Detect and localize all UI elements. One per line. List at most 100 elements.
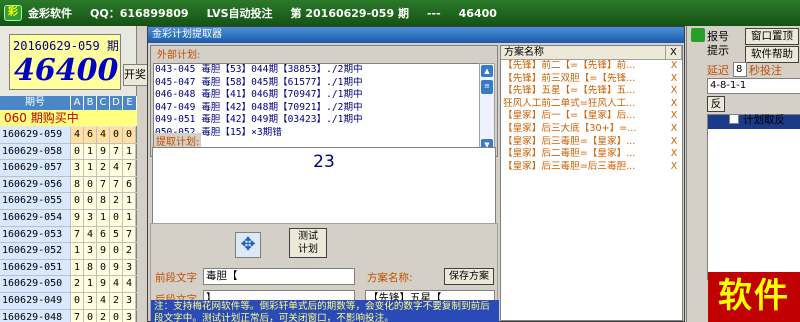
scroll-up-icon[interactable]: ▲ xyxy=(481,65,493,77)
external-plan-line: 045-047 毒胆【58】045期【61577】./1期中 xyxy=(155,76,363,88)
extract-plan-output[interactable]: 23 xyxy=(152,147,496,225)
scheme-delete-icon[interactable]: X xyxy=(666,60,682,73)
scheme-name: 【先锋】前三双胆【=【先锋... xyxy=(503,72,636,84)
history-row[interactable]: 160629-059 4 6 4 0 0 xyxy=(0,127,137,144)
scheme-delete-icon[interactable]: X xyxy=(666,110,682,123)
history-row[interactable]: 160629-053 7 4 6 5 7 xyxy=(0,226,137,244)
main-title-bar: 彩 金彩软件 QQ：616899809 LVS自动投注 第 20160629-0… xyxy=(0,0,800,26)
history-row[interactable]: 160629-050 2 1 9 4 4 xyxy=(0,276,137,293)
delay-input[interactable]: 8 xyxy=(733,62,747,77)
history-row-digit: 7 xyxy=(123,160,136,176)
history-row-digit: 3 xyxy=(84,209,97,226)
scheme-name: 【先锋】前二【=【先锋】前... xyxy=(503,60,636,71)
history-row-digit: 1 xyxy=(71,259,84,276)
history-row[interactable]: 160629-048 7 0 2 0 3 xyxy=(0,309,137,322)
history-row-digit: 1 xyxy=(84,143,97,160)
scheme-row[interactable]: 【皇家】后三毒胆=后三毒胆... X xyxy=(501,161,682,174)
open-draw-button[interactable]: 开奖 xyxy=(123,64,149,86)
history-row-digit: 1 xyxy=(123,143,136,160)
scheme-row[interactable]: 【先锋】前二【=【先锋】前... X xyxy=(501,60,682,73)
history-row-digit: 0 xyxy=(110,209,123,226)
current-number: 46400 xyxy=(14,53,119,88)
qq-number: QQ：616899809 xyxy=(90,7,189,20)
history-row[interactable]: 160629-054 9 3 1 0 1 xyxy=(0,209,137,227)
prefix-input[interactable]: 毒胆【 xyxy=(203,268,355,285)
test-plan-button[interactable]: 测试 计划 xyxy=(289,228,327,258)
history-row-digit: 2 xyxy=(97,309,110,322)
scheme-row[interactable]: 【先锋】前三双胆【=【先锋... X xyxy=(501,73,682,86)
scheme-delete-header: X xyxy=(666,46,682,59)
history-row-digit: 4 xyxy=(110,276,123,292)
number-input[interactable]: 4-8-1-1 xyxy=(707,78,800,94)
history-row[interactable]: 160629-051 1 8 0 9 3 xyxy=(0,259,137,277)
history-row-digit: 6 xyxy=(97,226,110,243)
title-separator: --- xyxy=(426,6,441,20)
history-row-period: 160629-050 xyxy=(0,276,71,292)
history-row-period: 160629-054 xyxy=(0,209,71,226)
history-row-digit: 2 xyxy=(110,292,123,309)
history-row-period: 160629-057 xyxy=(0,160,71,176)
history-row-period: 160629-059 xyxy=(0,127,71,143)
scheme-delete-icon[interactable]: X xyxy=(666,123,682,136)
software-help-button[interactable]: 软件帮助 xyxy=(745,46,799,63)
extract-plan-group: 提取计划: 23 xyxy=(150,133,498,229)
scheme-name: 狂风人工前二单式=狂风人工... xyxy=(503,97,636,109)
history-row-digit: 7 xyxy=(97,176,110,193)
current-period-label: 20160629-059 期 xyxy=(13,39,119,53)
history-row[interactable]: 160629-058 0 1 9 7 1 xyxy=(0,143,137,161)
history-row[interactable]: 160629-056 8 0 7 7 6 xyxy=(0,176,137,194)
scheme-row[interactable]: 【皇家】后二毒胆=【皇家】... X xyxy=(501,148,682,161)
history-row[interactable]: 160629-052 1 3 9 0 2 xyxy=(0,243,137,260)
history-row-digit: 6 xyxy=(123,176,136,193)
app-icon xyxy=(691,28,705,42)
history-row-period: 160629-051 xyxy=(0,259,71,276)
history-row-digit: 1 xyxy=(123,209,136,226)
history-row-digit: 9 xyxy=(97,243,110,259)
title-period: 第 20160629-059 期 xyxy=(290,7,409,20)
scheme-delete-icon[interactable]: X xyxy=(666,161,682,174)
scheme-delete-icon[interactable]: X xyxy=(666,98,682,111)
scheme-delete-icon[interactable]: X xyxy=(666,85,682,98)
history-row-digit: 0 xyxy=(110,309,123,322)
history-row-digit: 0 xyxy=(123,127,136,143)
history-row-digit: 0 xyxy=(97,259,110,276)
history-grid-header: 期号 A B C D E xyxy=(0,96,137,110)
history-row-digit: 4 xyxy=(110,160,123,176)
plan-reverse-checkbox[interactable] xyxy=(729,114,739,124)
history-row-digit: 3 xyxy=(71,160,84,176)
scroll-thumb[interactable]: ≡ xyxy=(481,80,493,94)
column-period: 期号 xyxy=(0,96,71,110)
right-list[interactable] xyxy=(707,114,800,280)
column-e: E xyxy=(123,96,137,110)
history-row[interactable]: 160629-055 0 0 8 2 1 xyxy=(0,193,137,210)
scheme-delete-icon[interactable]: X xyxy=(666,73,682,86)
scheme-row[interactable]: 狂风人工前二单式=狂风人工... X xyxy=(501,98,682,111)
history-row[interactable]: 160629-057 3 1 2 4 7 xyxy=(0,160,137,177)
scheme-name: 【皇家】后三毒胆=【皇家】... xyxy=(503,135,636,147)
history-row-digit: 0 xyxy=(84,309,97,322)
history-row-period: 160629-056 xyxy=(0,176,71,193)
scheme-row[interactable]: 【先锋】五星【=【先锋】五... X xyxy=(501,85,682,98)
move-icon[interactable]: ✥ xyxy=(235,232,261,258)
history-row-digit: 0 xyxy=(71,143,84,160)
column-c: C xyxy=(97,96,110,110)
history-row-digit: 4 xyxy=(97,292,110,309)
history-row-digit: 0 xyxy=(84,176,97,193)
save-scheme-button[interactable]: 保存方案 xyxy=(444,268,494,285)
history-row-period: 160629-053 xyxy=(0,226,71,243)
scheme-delete-icon[interactable]: X xyxy=(666,136,682,149)
history-row-digit: 9 xyxy=(71,209,84,226)
scheme-row[interactable]: 【皇家】后一【=【皇家】后... X xyxy=(501,110,682,123)
scheme-row[interactable]: 【皇家】后三毒胆=【皇家】... X xyxy=(501,136,682,149)
history-row-digit: 3 xyxy=(123,309,136,322)
reverse-button[interactable]: 反 xyxy=(707,96,725,112)
history-row[interactable]: 160629-049 0 3 4 2 3 xyxy=(0,292,137,310)
history-row-digit: 7 xyxy=(71,226,84,243)
history-row-digit: 1 xyxy=(71,243,84,259)
history-row-digit: 0 xyxy=(110,127,123,143)
scheme-row[interactable]: 【皇家】后三大底【30+】=... X xyxy=(501,123,682,136)
software-banner: 软件 xyxy=(708,272,800,322)
scheme-delete-icon[interactable]: X xyxy=(666,148,682,161)
column-b: B xyxy=(84,96,97,110)
window-top-button[interactable]: 窗口置顶 xyxy=(745,28,799,45)
